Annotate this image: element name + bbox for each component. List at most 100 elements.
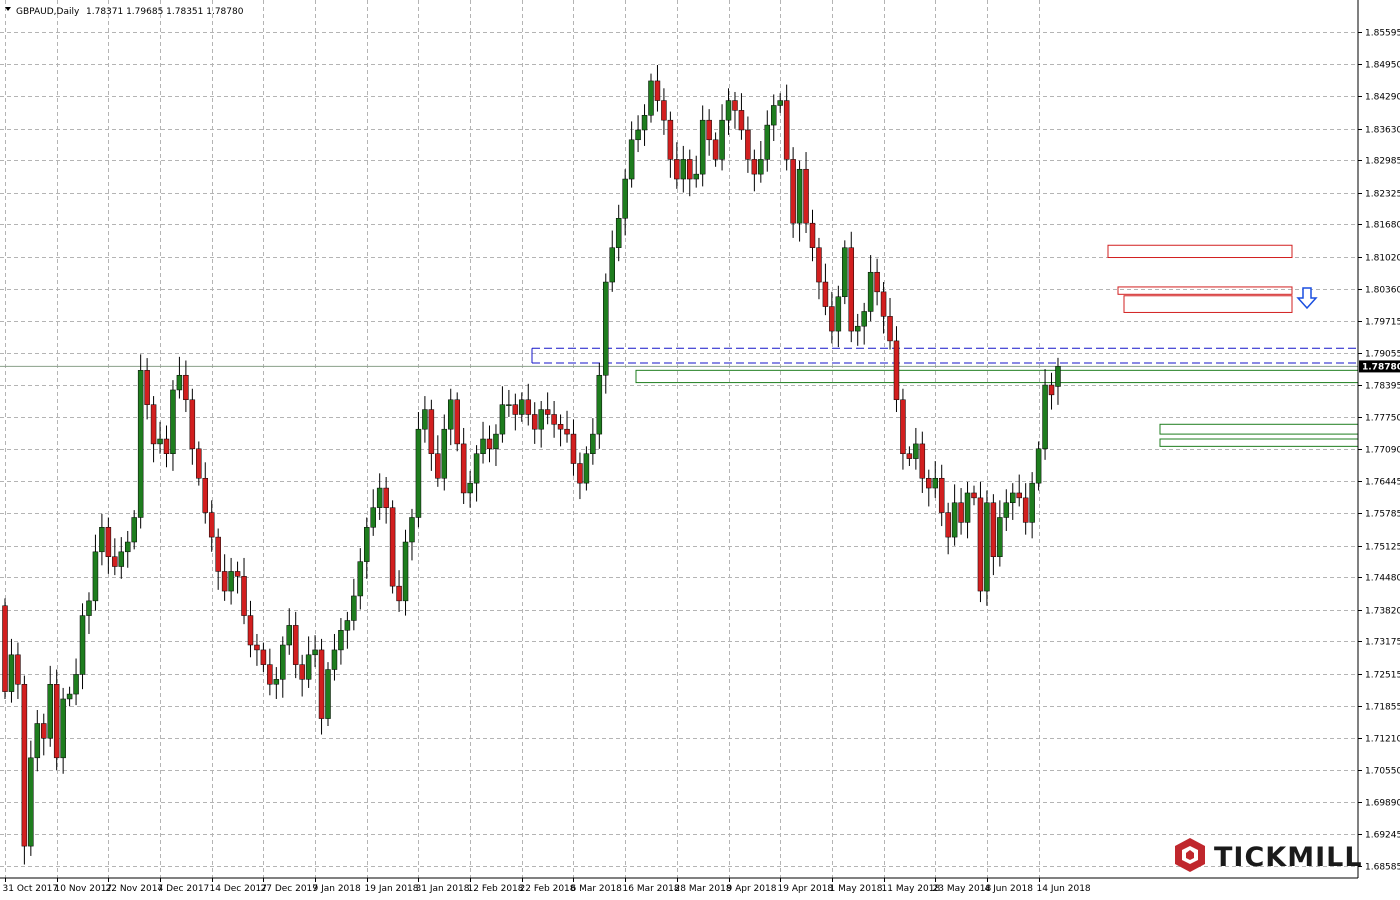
time-tick-label: 31 Oct 2017 bbox=[3, 884, 59, 894]
bear-candle bbox=[1048, 384, 1055, 396]
resistance-zone bbox=[1107, 244, 1293, 259]
bear-candle bbox=[215, 536, 221, 572]
price-tick-label: 1.82985 bbox=[1365, 157, 1400, 167]
bull-candle bbox=[590, 433, 596, 454]
bear-candle bbox=[531, 414, 538, 430]
bear-candle bbox=[551, 414, 557, 425]
bear-candle bbox=[654, 80, 661, 101]
bear-candle bbox=[687, 159, 693, 180]
bear-candle bbox=[299, 664, 305, 680]
bull-candle bbox=[480, 438, 486, 454]
resistance-zone bbox=[1123, 295, 1293, 313]
bull-candle bbox=[835, 296, 842, 332]
bull-candle bbox=[777, 100, 783, 106]
bull-candle bbox=[28, 757, 34, 847]
time-tick-label: 4 Jun 2018 bbox=[985, 884, 1034, 894]
time-tick-label: 23 May 2018 bbox=[933, 884, 992, 894]
bull-candle bbox=[622, 178, 628, 219]
bear-candle bbox=[150, 404, 157, 445]
bull-candle bbox=[228, 571, 234, 592]
bull-candle bbox=[86, 600, 92, 616]
bear-candle bbox=[267, 664, 273, 685]
time-tick-label: 28 Mar 2018 bbox=[675, 884, 732, 894]
bear-candle bbox=[112, 556, 118, 567]
bear-candle bbox=[512, 404, 519, 415]
time-tick-label: 27 Dec 2017 bbox=[261, 884, 319, 894]
price-tick-label: 1.73175 bbox=[1365, 638, 1400, 648]
bull-candle bbox=[338, 630, 344, 651]
support-zone bbox=[635, 369, 1359, 384]
bull-candle bbox=[628, 139, 635, 180]
bear-candle bbox=[880, 291, 887, 317]
bear-candle bbox=[971, 492, 977, 499]
price-tick-label: 1.77750 bbox=[1365, 414, 1400, 424]
price-tick-label: 1.75785 bbox=[1365, 510, 1400, 520]
bear-candle bbox=[254, 644, 260, 651]
bull-candle bbox=[842, 247, 848, 298]
time-tick-label: 9 Apr 2018 bbox=[727, 884, 777, 894]
bear-candle bbox=[396, 585, 402, 602]
bear-candle bbox=[241, 576, 247, 616]
bear-candle bbox=[745, 129, 751, 160]
bear-candle bbox=[809, 222, 816, 248]
bull-candle bbox=[854, 325, 861, 332]
bull-candle bbox=[370, 507, 376, 528]
bull-candle bbox=[635, 129, 641, 141]
bull-candle bbox=[402, 541, 409, 602]
time-tick-label: 19 Jan 2018 bbox=[365, 884, 419, 894]
bull-candle bbox=[493, 433, 499, 450]
bull-candle bbox=[351, 595, 357, 621]
price-tick-label: 1.73820 bbox=[1365, 607, 1400, 617]
bull-candle bbox=[506, 404, 512, 406]
bear-candle bbox=[454, 399, 460, 445]
bear-candle bbox=[183, 374, 189, 401]
bear-candle bbox=[292, 625, 299, 665]
bear-candle bbox=[893, 340, 900, 401]
time-axis: 31 Oct 201710 Nov 201722 Nov 20174 Dec 2… bbox=[3, 878, 1091, 894]
bear-candle bbox=[53, 684, 60, 759]
bull-candle bbox=[538, 409, 544, 430]
price-tick-label: 1.81020 bbox=[1365, 254, 1400, 264]
bear-candle bbox=[945, 512, 951, 538]
bear-candle bbox=[196, 448, 202, 479]
bear-candle bbox=[919, 443, 926, 479]
time-tick-label: 22 Feb 2018 bbox=[520, 884, 576, 894]
time-tick-label: 31 Jan 2018 bbox=[416, 884, 470, 894]
bull-candle bbox=[615, 218, 622, 248]
price-tick-label: 1.72515 bbox=[1365, 671, 1400, 681]
bear-candle bbox=[661, 100, 667, 121]
support-zone bbox=[1159, 438, 1359, 447]
bear-candle bbox=[926, 477, 932, 489]
bear-candle bbox=[712, 139, 719, 160]
bear-candle bbox=[738, 110, 745, 131]
price-tick-label: 1.69890 bbox=[1365, 799, 1400, 809]
bull-candle bbox=[1003, 502, 1010, 518]
price-tick-label: 1.81680 bbox=[1365, 221, 1400, 231]
price-chart[interactable]: 1.85595 1.84950 1.84290 1.83630 1.82985 1.823… bbox=[0, 0, 1400, 900]
bull-candle bbox=[176, 374, 183, 391]
bull-candle bbox=[519, 399, 525, 415]
bear-candle bbox=[189, 399, 196, 450]
bear-candle bbox=[900, 399, 906, 454]
bear-candle bbox=[202, 477, 209, 513]
bear-candle bbox=[667, 119, 674, 160]
price-tick-label: 1.79715 bbox=[1365, 318, 1400, 328]
price-tick-label: 1.68585 bbox=[1365, 863, 1400, 873]
bull-candle bbox=[964, 492, 971, 523]
price-tick-label: 1.76445 bbox=[1365, 478, 1400, 488]
bear-candle bbox=[15, 654, 21, 685]
bull-candle bbox=[312, 649, 318, 656]
time-tick-label: 16 Mar 2018 bbox=[623, 884, 680, 894]
price-tick-label: 1.80360 bbox=[1365, 286, 1400, 296]
bull-candle bbox=[305, 654, 312, 680]
time-tick-label: 9 Jan 2018 bbox=[313, 884, 361, 894]
bear-candle bbox=[732, 100, 738, 111]
bull-candle bbox=[984, 502, 990, 592]
price-tick-label: 1.85595 bbox=[1365, 29, 1400, 39]
resistance-zone bbox=[1117, 286, 1293, 295]
bull-candle bbox=[131, 517, 137, 543]
bull-candle bbox=[719, 119, 725, 160]
down-arrow-icon bbox=[1296, 287, 1318, 310]
bull-candle bbox=[603, 281, 609, 376]
bull-candle bbox=[8, 654, 15, 692]
